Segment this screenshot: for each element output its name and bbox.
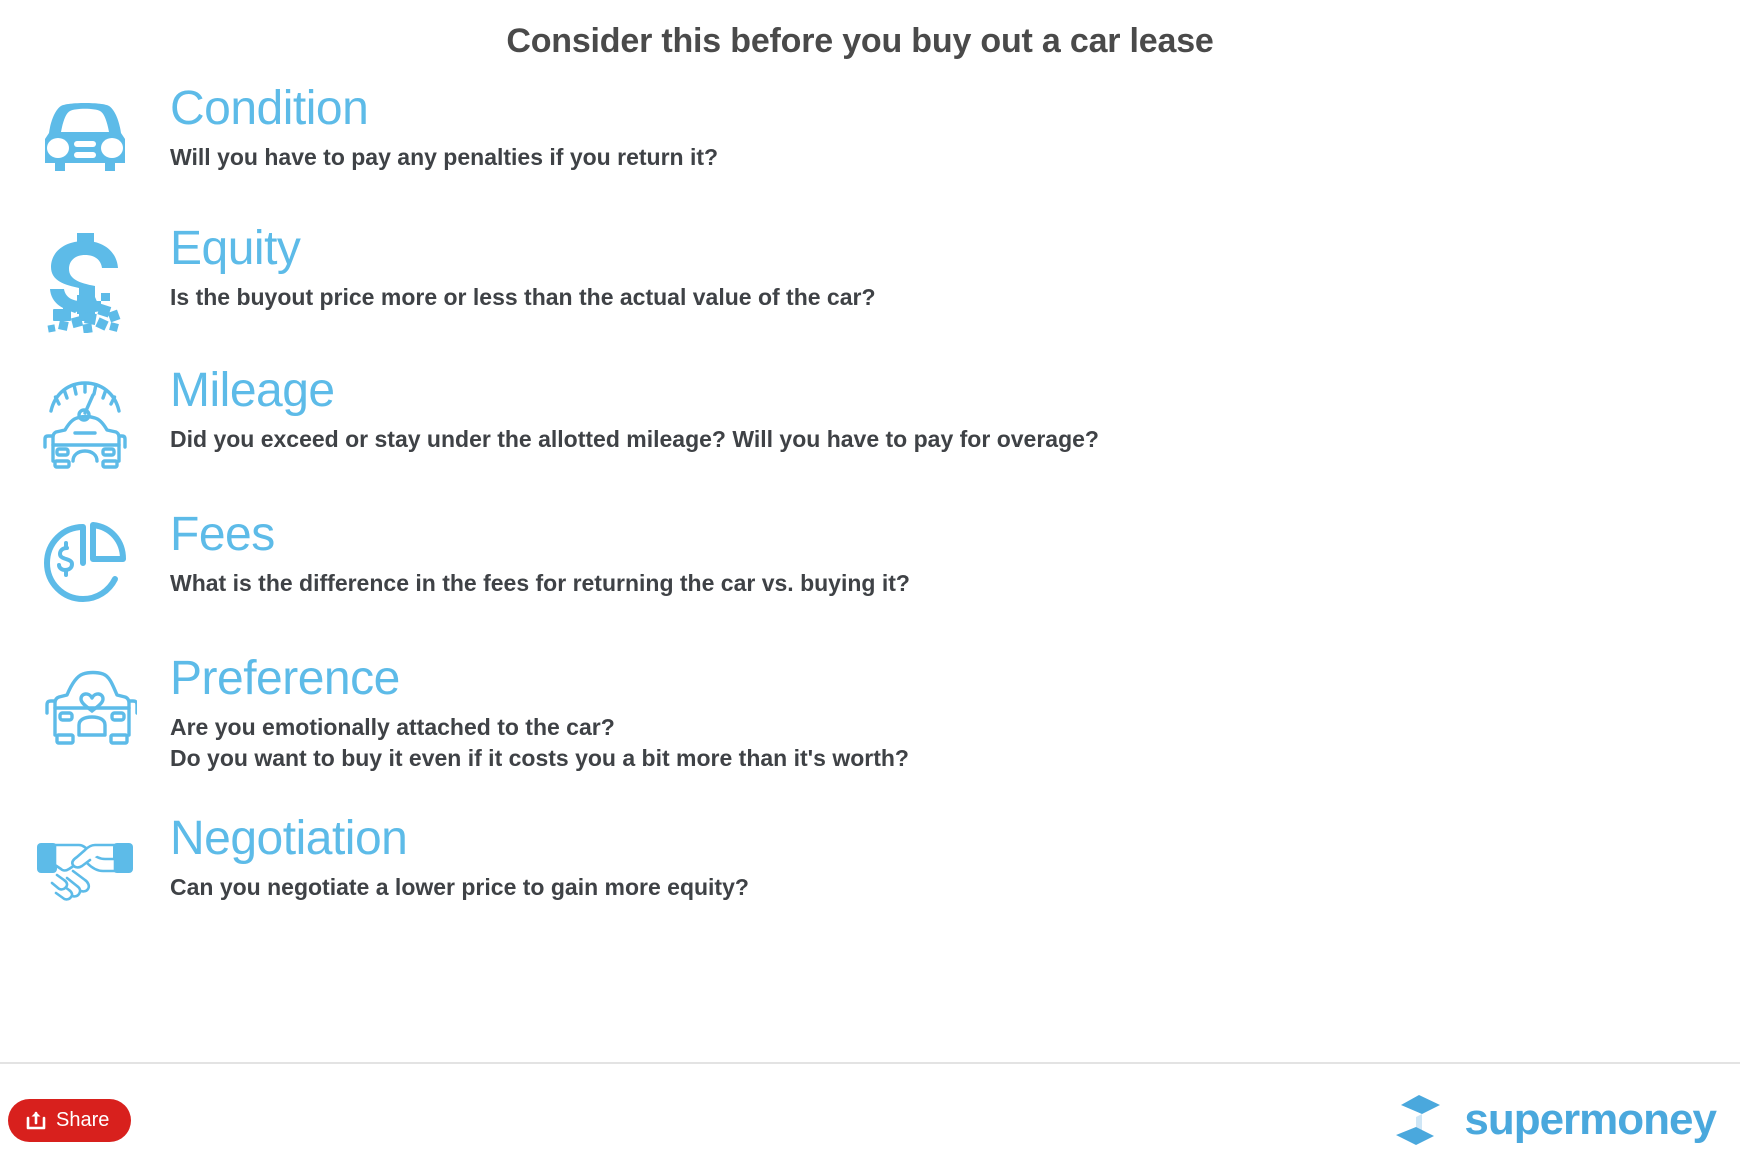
item-description: Will you have to pay any penalties if yo…	[170, 143, 719, 170]
icon-cell	[0, 509, 170, 611]
text-cell: Condition Will you have to pay any penal…	[170, 83, 1740, 172]
item-description: Is the buyout price more or less than th…	[170, 283, 876, 310]
list-item: Mileage Did you exceed or stay under the…	[0, 365, 1740, 509]
page-title: Consider this before you buy out a car l…	[506, 22, 1214, 60]
text-cell: Equity Is the buyout price more or less …	[170, 223, 1740, 312]
text-cell: Negotiation Can you negotiate a lower pr…	[170, 813, 1740, 902]
item-heading: Preference	[170, 652, 400, 705]
item-description: Can you negotiate a lower price to gain …	[170, 873, 749, 900]
car-heart-icon	[45, 670, 137, 745]
dollar-sign-dissolving-icon	[47, 233, 121, 333]
text-cell: Fees What is the difference in the fees …	[170, 509, 1740, 598]
item-description: Did you exceed or stay under the allotte…	[170, 425, 1099, 452]
list-item: Condition Will you have to pay any penal…	[0, 83, 1740, 223]
share-button[interactable]: Share	[8, 1098, 132, 1142]
share-button-label: Share	[56, 1108, 110, 1131]
supermoney-cube-logo-icon	[1396, 1095, 1441, 1145]
list-item: Negotiation Can you negotiate a lower pr…	[0, 813, 1740, 933]
text-cell: Preference Are you emotionally attached …	[170, 653, 1740, 774]
item-heading: Condition	[170, 82, 369, 135]
items-list: Condition Will you have to pay any penal…	[0, 65, 1740, 933]
icon-cell	[0, 813, 170, 907]
text-cell: Mileage Did you exceed or stay under the…	[170, 365, 1740, 454]
item-heading: Negotiation	[170, 812, 408, 865]
pie-chart-dollar-icon	[44, 522, 126, 602]
list-item: Equity Is the buyout price more or less …	[0, 223, 1740, 365]
item-heading: Fees	[170, 508, 275, 561]
icon-cell	[0, 365, 170, 469]
icon-cell	[0, 83, 170, 181]
icon-cell	[0, 223, 170, 333]
item-heading: Equity	[170, 222, 301, 275]
footer: Share supermoney	[0, 1064, 1740, 1176]
speedometer-car-icon	[43, 381, 127, 469]
supermoney-logo-text: supermoney	[1464, 1095, 1717, 1144]
handshake-icon	[37, 843, 133, 901]
infographic-page: Consider this before you buy out a car l…	[0, 0, 1740, 1176]
item-description: What is the difference in the fees for r…	[170, 569, 910, 596]
supermoney-logo: supermoney	[1388, 1089, 1722, 1151]
item-description-secondary: Do you want to buy it even if it costs y…	[170, 745, 909, 772]
item-heading: Mileage	[170, 364, 335, 417]
car-front-icon	[45, 103, 125, 171]
item-description: Are you emotionally attached to the car?	[170, 713, 615, 740]
share-export-icon	[26, 1111, 46, 1130]
list-item: Fees What is the difference in the fees …	[0, 509, 1740, 653]
icon-cell	[0, 653, 170, 749]
list-item: Preference Are you emotionally attached …	[0, 653, 1740, 813]
